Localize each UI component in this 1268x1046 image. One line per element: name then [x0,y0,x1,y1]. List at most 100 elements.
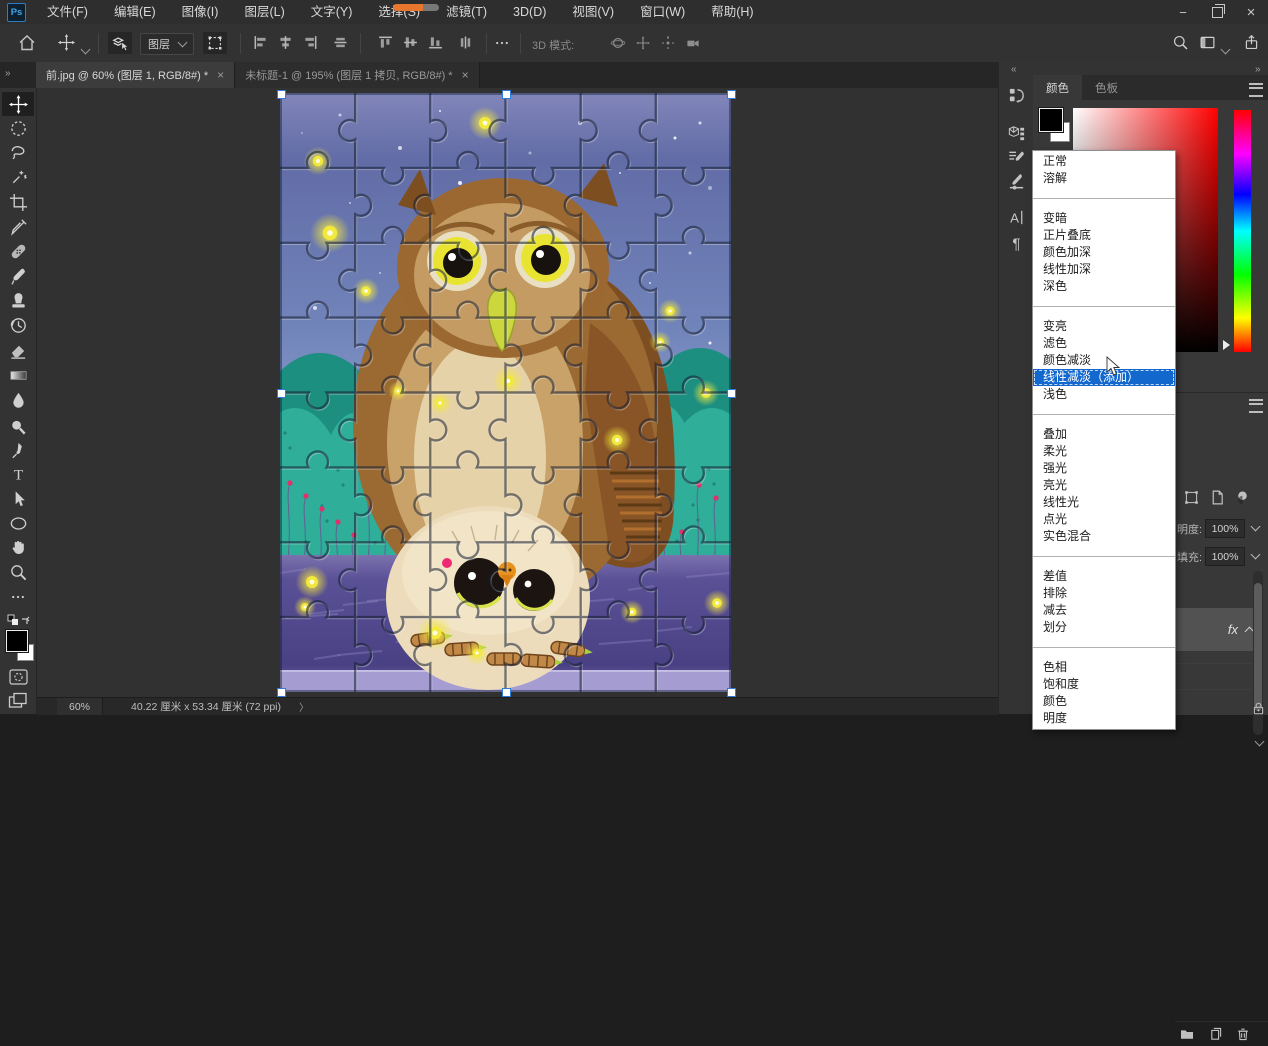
new-group-icon[interactable] [1179,1026,1195,1042]
tab-swatches[interactable]: 色板 [1082,75,1131,100]
quick-selection-tool[interactable] [2,165,34,189]
blend-mode-item[interactable]: 亮光 [1033,477,1175,494]
search-icon[interactable] [1172,34,1189,51]
eraser-tool[interactable] [2,338,34,362]
blend-mode-item[interactable]: 浅色 [1033,386,1175,403]
panel-icon-brushes[interactable] [1004,170,1028,192]
crop-tool[interactable] [2,190,34,214]
blend-mode-item[interactable]: 颜色加深 [1033,244,1175,261]
menu-8[interactable]: 视图(V) [559,0,627,24]
align-middle-icon[interactable] [402,34,419,51]
hue-slider-pointer[interactable] [1223,340,1230,350]
status-chevron-icon[interactable]: 〉 [299,699,309,714]
clone-stamp-tool[interactable] [2,288,34,312]
document-tab-1[interactable]: 未标题-1 @ 195% (图层 1 拷贝, RGB/8#) *× [235,62,479,88]
document-canvas[interactable] [280,93,731,692]
foreground-color-swatch[interactable] [1039,108,1063,132]
transform-handle[interactable] [727,90,736,99]
blur-tool[interactable] [2,388,34,412]
align-bottom-icon[interactable] [427,34,444,51]
transform-handle[interactable] [502,688,511,697]
blend-mode-item[interactable]: 变亮 [1033,318,1175,335]
dock-collapse-left-icon[interactable]: « [1011,64,1016,75]
gradient-tool[interactable] [2,363,34,387]
distribute-v-icon[interactable] [457,34,474,51]
hue-slider[interactable] [1234,110,1251,352]
panel-icon-paragraph[interactable]: ¶ [1004,232,1028,254]
align-top-icon[interactable] [377,34,394,51]
show-transform-controls-toggle[interactable] [203,32,227,54]
circle-filter-icon[interactable] [1234,489,1251,506]
transform-handle[interactable] [277,389,286,398]
healing-brush-tool[interactable] [2,239,34,263]
menu-2[interactable]: 图像(I) [169,0,232,24]
page-filter-icon[interactable] [1209,489,1226,506]
transform-handle[interactable] [727,688,736,697]
history-brush-tool[interactable] [2,313,34,337]
blend-mode-item[interactable]: 饱和度 [1033,676,1175,693]
blend-mode-item[interactable]: 正常 [1033,153,1175,170]
close-button[interactable]: × [1234,0,1268,24]
blend-mode-selected[interactable]: 线性减淡（添加） [1033,369,1175,386]
blend-mode-item[interactable]: 线性加深 [1033,261,1175,278]
menu-4[interactable]: 文字(Y) [298,0,366,24]
blend-mode-item[interactable]: 滤色 [1033,335,1175,352]
menu-6[interactable]: 滤镜(T) [433,0,500,24]
minimize-button[interactable]: − [1166,0,1200,24]
edit-toolbar-icon[interactable] [2,585,34,609]
blend-mode-item[interactable]: 线性光 [1033,494,1175,511]
zoom-tool[interactable] [2,560,34,584]
move-tool-option-icon[interactable] [58,34,75,51]
blend-mode-item[interactable]: 正片叠底 [1033,227,1175,244]
brush-tool[interactable] [2,264,34,288]
tab-close-icon[interactable]: × [217,68,224,82]
color-panel-menu-icon[interactable] [1249,83,1263,97]
transform-handle[interactable] [277,90,286,99]
auto-select-toggle[interactable] [108,32,132,54]
blend-mode-item[interactable]: 强光 [1033,460,1175,477]
fill-dropdown-icon[interactable] [1247,547,1263,564]
more-options-icon[interactable] [494,35,510,51]
blend-mode-item[interactable]: 差值 [1033,568,1175,585]
blend-mode-item[interactable]: 颜色 [1033,693,1175,710]
screen-mode-icon[interactable] [2,688,34,712]
menu-10[interactable]: 帮助(H) [698,0,766,24]
blend-mode-item[interactable]: 明度 [1033,710,1175,727]
blend-mode-item[interactable]: 柔光 [1033,443,1175,460]
foreground-color[interactable] [6,630,28,652]
blend-mode-item[interactable]: 色相 [1033,659,1175,676]
layer-target-select[interactable]: 图层 [140,33,194,55]
menu-9[interactable]: 窗口(W) [627,0,698,24]
share-icon[interactable] [1243,34,1260,51]
path-select-tool[interactable] [2,487,34,511]
transform-handle[interactable] [277,688,286,697]
tab-close-icon[interactable]: × [462,68,469,82]
move-tool[interactable] [2,92,34,116]
blend-mode-item[interactable]: 颜色减淡 [1033,352,1175,369]
scroll-down-icon[interactable] [1255,737,1265,747]
opacity-dropdown-icon[interactable] [1247,519,1263,536]
dodge-tool[interactable] [2,415,34,439]
blend-mode-item[interactable]: 深色 [1033,278,1175,295]
tab-color[interactable]: 颜色 [1033,75,1082,100]
move-tool-dropdown-icon[interactable] [82,40,89,58]
align-right-icon[interactable] [302,34,319,51]
blend-mode-item[interactable]: 溶解 [1033,170,1175,187]
transform-handle[interactable] [502,90,511,99]
home-icon[interactable] [17,33,37,53]
tools-collapse-icon[interactable]: » [5,68,10,79]
blend-mode-item[interactable]: 叠加 [1033,426,1175,443]
fill-value[interactable]: 100% [1205,547,1245,566]
eyedropper-tool[interactable] [2,215,34,239]
zoom-level-field[interactable]: 60% [57,698,103,715]
workspace-dropdown-icon[interactable] [1222,40,1229,58]
blend-mode-item[interactable]: 减去 [1033,602,1175,619]
opacity-value[interactable]: 100% [1205,519,1245,538]
delete-layer-icon[interactable] [1235,1026,1251,1042]
menu-7[interactable]: 3D(D) [500,0,559,24]
panel-icon-character[interactable]: A [1004,206,1028,228]
bbox-filter-icon[interactable] [1183,489,1200,506]
panel-icon-brush-settings[interactable] [1004,146,1028,168]
new-layer-icon[interactable] [1207,1026,1223,1042]
blend-mode-item[interactable]: 排除 [1033,585,1175,602]
